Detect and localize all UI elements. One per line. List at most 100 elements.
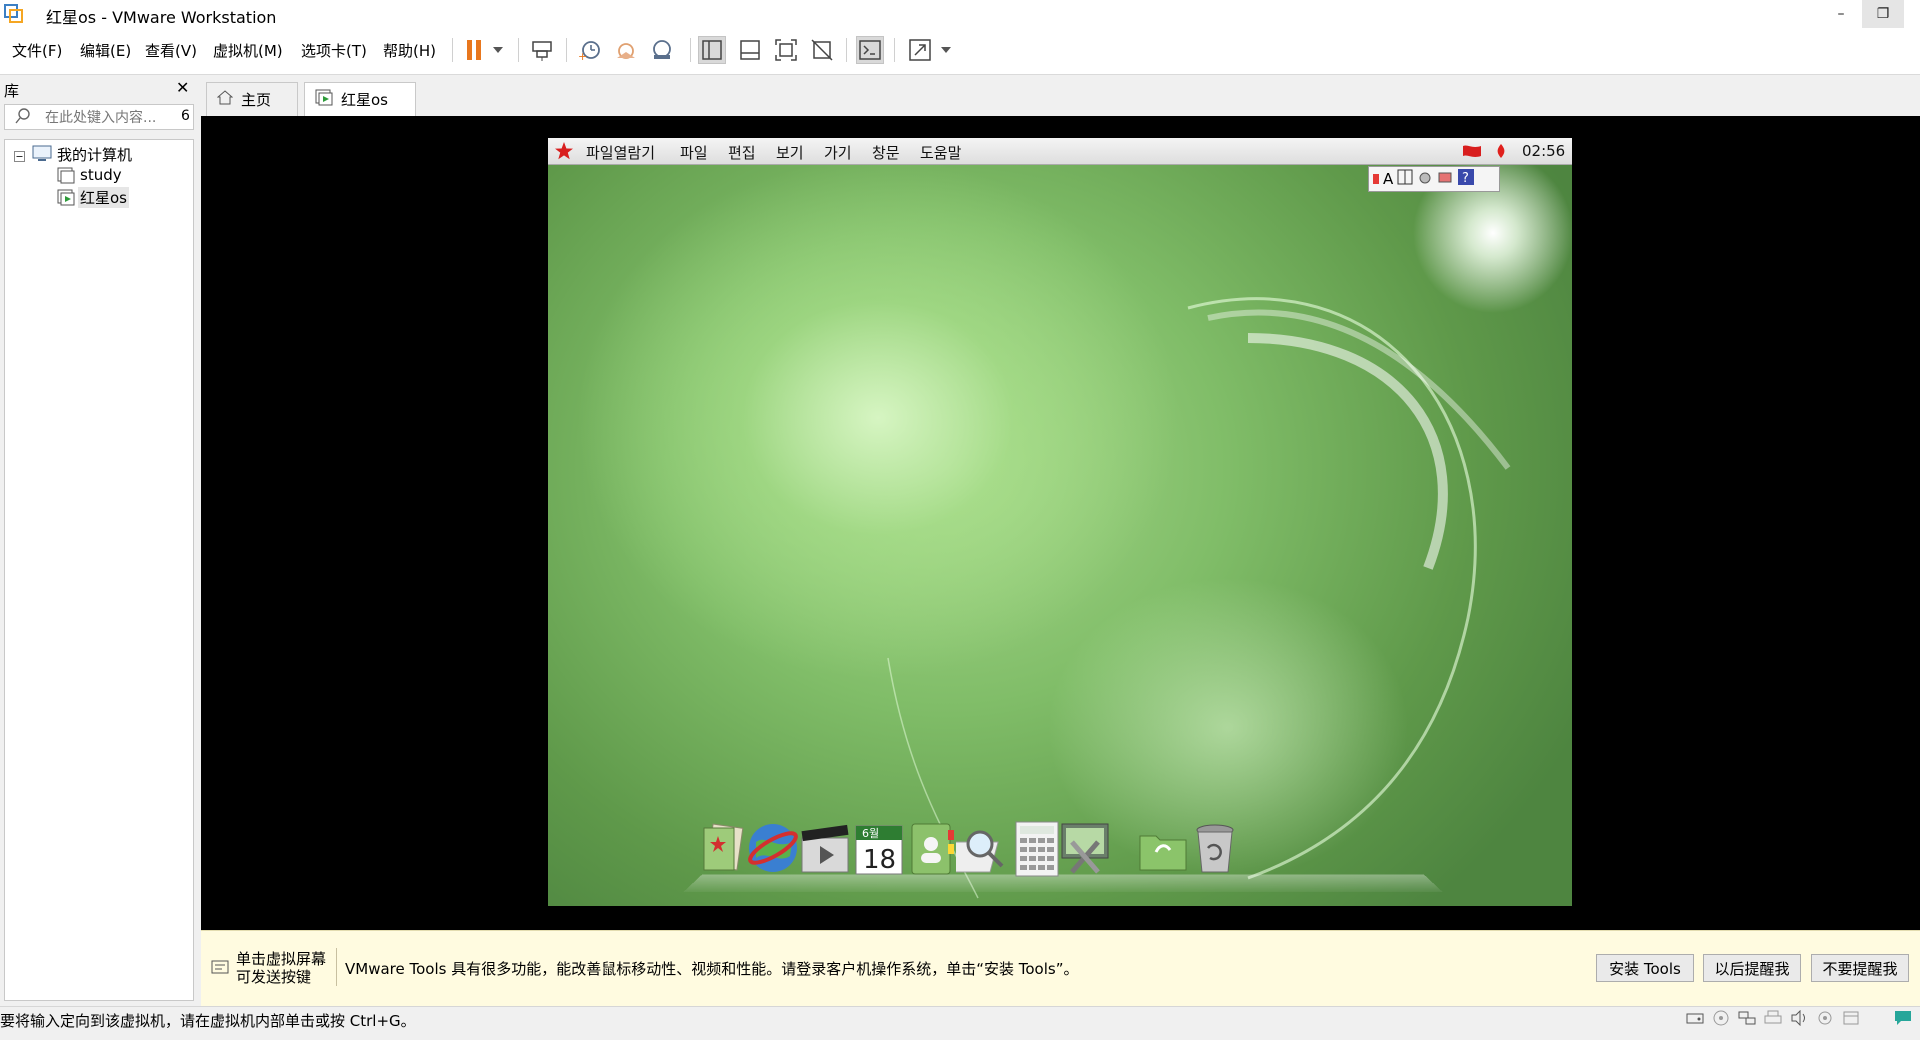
menu-file[interactable]: 文件(F) [12,40,62,61]
video-player-icon[interactable] [798,820,852,878]
pause-icon[interactable] [460,36,488,64]
menu-help[interactable]: 帮助(H) [383,40,436,61]
revert-snapshot-icon[interactable] [612,36,640,64]
search-magnifier-icon[interactable] [945,820,1010,878]
tree-item-my-computer[interactable]: 我的计算机 [57,144,132,165]
guest-menu-edit[interactable]: 편집 [728,142,756,163]
flag-icon[interactable] [1462,144,1482,162]
tree-item-hongxing-os[interactable]: 红星os [78,187,129,208]
computer-icon [32,145,52,166]
toolbar-separator [452,38,453,62]
notification-hint: 单击虚拟屏幕 可发送按键 [236,950,326,986]
ime-layout-icon[interactable] [1397,169,1413,189]
calculator-icon[interactable] [1010,820,1064,878]
status-text: 要将输入定向到该虚拟机，请在虚拟机内部单击或按 Ctrl+G。 [0,1012,416,1030]
restore-icon[interactable]: ❐ [1862,0,1904,28]
tree-item-study[interactable]: study [80,166,122,184]
hint-line-1: 单击虚拟屏幕 [236,950,327,968]
title-bar [0,0,1920,28]
guest-menu-file-browser[interactable]: 파일열람기 [586,142,655,163]
show-library-icon[interactable] [698,36,726,64]
red-star-icon[interactable] [554,141,574,165]
svg-text:?: ? [1462,171,1469,186]
guest-menu-go[interactable]: 가기 [824,142,852,163]
show-thumbnail-icon[interactable] [736,36,764,64]
message-icon[interactable] [1894,1010,1912,1026]
address-book-icon[interactable] [904,820,958,878]
stretch-guest-icon[interactable] [906,36,934,64]
system-settings-icon[interactable] [1058,820,1112,878]
menu-vm[interactable]: 虚拟机(M) [213,40,283,61]
tab-hongxing-os[interactable]: 红星os [304,82,416,116]
printer-icon[interactable] [1764,1010,1782,1026]
window-title: 红星os - VMware Workstation [46,8,277,27]
home-icon [216,90,234,109]
vmware-logo-icon[interactable] [4,4,24,24]
ime-letter[interactable]: A [1383,170,1393,188]
torch-icon[interactable] [1494,143,1508,163]
display-icon[interactable] [1842,1010,1860,1026]
calendar-month: 6월 [862,827,879,840]
search-placeholder: 在此处键入内容... [45,110,157,126]
library-title: 库 [4,82,20,100]
browser-globe-icon[interactable] [746,820,800,878]
snapshot-manager-icon[interactable] [648,36,676,64]
tab-home-label: 主页 [241,91,272,109]
tab-hongxing-os-label: 红星os [341,91,388,109]
vm-icon [57,167,75,188]
console-view-icon[interactable] [856,36,884,64]
notification-message: VMware Tools 具有很多功能，能改善鼠标移动性、视频和性能。请登录客户… [345,960,1079,978]
menu-view[interactable]: 查看(V) [145,40,197,61]
menu-edit[interactable]: 编辑(E) [80,40,131,61]
tab-home[interactable]: 主页 [206,82,298,116]
guest-menu-file[interactable]: 파일 [680,142,708,163]
unity-icon[interactable] [808,36,836,64]
trash-icon[interactable] [1188,820,1242,878]
wallpaper-swirl [887,153,1572,899]
ime-keyboard-icon[interactable] [1437,169,1453,189]
never-remind-button[interactable]: 不要提醒我 [1811,954,1909,982]
guest-menu-help[interactable]: 도움말 [920,142,961,163]
network-icon[interactable] [1738,1010,1756,1026]
keyboard-click-icon [210,958,230,982]
minimize-icon[interactable]: – [1820,0,1862,28]
search-count: 6 [181,108,190,124]
svg-text:+: + [578,50,587,62]
calendar-icon[interactable]: 6월 18 [852,820,906,878]
toolbar-separator [846,38,847,62]
guest-menu-window[interactable]: 창문 [872,142,900,163]
guest-desktop[interactable]: 파일열람기 파일 편집 보기 가기 창문 도움말 02:56 A ? 6월 18 [548,138,1572,906]
calendar-day: 18 [863,845,896,875]
guest-menu-view[interactable]: 보기 [776,142,804,163]
toolbar-separator [690,38,691,62]
notification-divider [336,948,337,986]
snapshot-icon[interactable]: + [576,36,604,64]
install-tools-button[interactable]: 安装 Tools [1596,954,1694,982]
folder-icon[interactable] [1136,820,1190,878]
remind-later-button[interactable]: 以后提醒我 [1703,954,1801,982]
toolbar-separator [894,38,895,62]
library-search-field[interactable]: 在此处键入内容... 6 [4,104,194,130]
dropdown-icon[interactable] [934,36,958,64]
hard-disk-icon[interactable] [1686,1010,1704,1026]
library-tree [4,139,194,1001]
ime-status-icon[interactable] [1373,170,1379,188]
full-screen-icon[interactable] [772,36,800,64]
menu-toolbar [0,28,1920,75]
send-ctrl-alt-del-icon[interactable] [528,36,556,64]
ime-toolbar: A ? [1368,166,1500,192]
guest-clock[interactable]: 02:56 [1522,142,1565,160]
toolbar-separator [566,38,567,62]
tree-collapse-icon[interactable] [14,148,25,166]
menu-tabs[interactable]: 选项卡(T) [301,40,367,61]
documents-icon[interactable] [696,820,750,878]
usb-icon[interactable] [1816,1010,1834,1026]
tab-strip [201,76,1920,116]
dropdown-icon[interactable] [486,36,510,64]
close-icon[interactable]: ✕ [176,78,189,97]
ime-tool-icon[interactable] [1417,169,1433,189]
cd-rom-icon[interactable] [1712,1010,1730,1026]
vm-running-icon [57,189,75,210]
sound-icon[interactable] [1790,1009,1808,1027]
ime-help-icon[interactable]: ? [1457,168,1475,190]
